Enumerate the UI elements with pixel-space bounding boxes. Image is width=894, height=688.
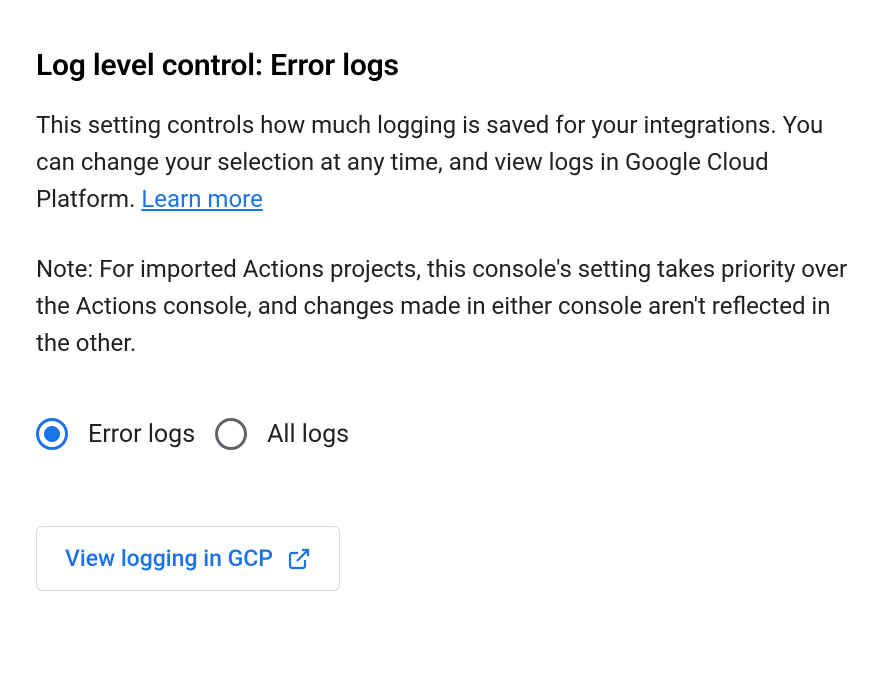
note-text: Note: For imported Actions projects, thi… bbox=[36, 251, 856, 363]
radio-option-error-logs[interactable]: Error logs bbox=[36, 418, 195, 450]
radio-icon bbox=[36, 418, 68, 450]
radio-label-all-logs: All logs bbox=[267, 420, 349, 449]
log-level-radio-group: Error logs All logs bbox=[36, 418, 858, 450]
page-heading: Log level control: Error logs bbox=[36, 48, 858, 83]
description-text: This setting controls how much logging i… bbox=[36, 107, 836, 219]
external-link-icon bbox=[287, 547, 311, 571]
view-logging-button-label: View logging in GCP bbox=[65, 545, 273, 572]
radio-label-error-logs: Error logs bbox=[88, 420, 195, 449]
learn-more-link[interactable]: Learn more bbox=[141, 185, 262, 213]
radio-inner-dot bbox=[44, 426, 60, 442]
radio-option-all-logs[interactable]: All logs bbox=[215, 418, 349, 450]
view-logging-in-gcp-button[interactable]: View logging in GCP bbox=[36, 526, 340, 591]
radio-icon bbox=[215, 418, 247, 450]
